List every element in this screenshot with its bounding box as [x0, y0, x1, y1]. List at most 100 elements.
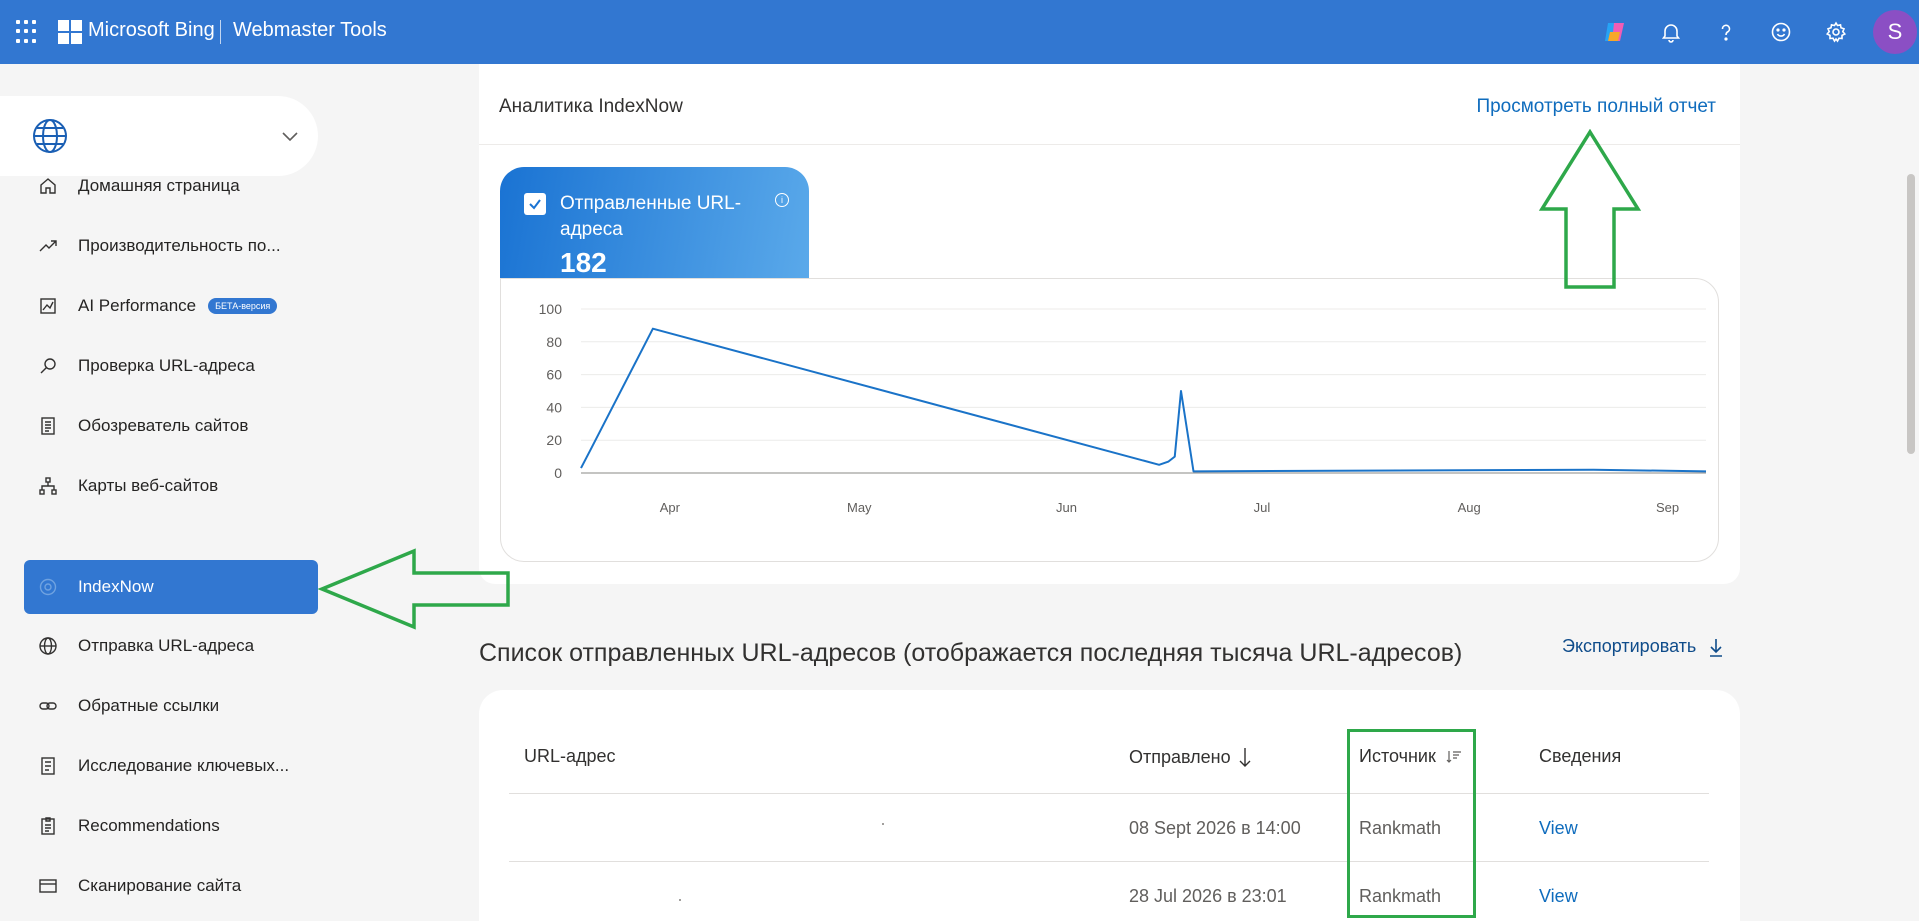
link-icon	[36, 694, 60, 718]
x-tick-label: Aug	[1458, 500, 1481, 515]
card-title: Аналитика IndexNow	[499, 96, 683, 117]
sidebar-item-site-scan[interactable]: Сканирование сайта	[24, 859, 318, 913]
top-bar: Microsoft Bing Webmaster Tools S	[0, 0, 1919, 64]
document-list-icon	[36, 414, 60, 438]
sidebar-item-label: Обратные ссылки	[78, 696, 220, 715]
x-tick-label: Jun	[1056, 500, 1077, 515]
ai-chart-icon	[36, 294, 60, 318]
app-launcher-icon[interactable]	[16, 20, 40, 44]
view-link[interactable]: View	[1539, 818, 1578, 839]
scan-icon	[36, 874, 60, 898]
product-name[interactable]: Webmaster Tools	[233, 19, 387, 42]
sidebar-item-performance[interactable]: Производительность по...	[24, 219, 318, 273]
submitted-cell: 08 Sept 2026 в 14:00	[1129, 818, 1301, 838]
checkbox[interactable]	[524, 193, 546, 215]
x-tick-label: Sep	[1656, 500, 1679, 515]
beta-badge: БЕТА-версия	[208, 298, 278, 314]
sidebar-item-label: Сканирование сайта	[78, 876, 242, 895]
microsoft-logo-icon	[58, 20, 82, 44]
download-icon	[1710, 638, 1723, 657]
column-header-label: URL-адрес	[524, 746, 616, 766]
column-header-details[interactable]: Сведения	[1539, 746, 1621, 767]
sidebar-item-ai-performance[interactable]: AI Performance БЕТА-версия	[24, 279, 318, 333]
sidebar-item-keyword-research[interactable]: Исследование ключевых...	[24, 739, 318, 793]
sidebar-item-label: Карты веб-сайтов	[78, 476, 219, 495]
list-title: Список отправленных URL-адресов (отображ…	[479, 639, 1463, 667]
y-tick-label: 60	[546, 367, 562, 383]
globe-icon	[33, 119, 67, 153]
sidebar-item-home[interactable]: Домашняя страница	[24, 159, 318, 213]
annotation-arrow-left	[317, 548, 510, 630]
column-header-label: Отправлено	[1129, 746, 1231, 767]
sidebar-item-sitemaps[interactable]: Карты веб-сайтов	[24, 459, 318, 513]
globe-icon	[36, 634, 60, 658]
sidebar-item-label: Recommendations	[78, 816, 220, 835]
sidebar-item-site-explorer[interactable]: Обозреватель сайтов	[24, 399, 318, 453]
sidebar-item-label: AI Performance	[78, 296, 197, 315]
gear-icon	[36, 575, 60, 599]
info-icon[interactable]: i	[775, 193, 789, 207]
export-button[interactable]: Экспортировать	[1562, 636, 1724, 657]
checkmark-icon	[529, 199, 541, 210]
x-tick-label: May	[847, 500, 872, 515]
export-label: Экспортировать	[1562, 636, 1697, 656]
y-tick-label: 20	[546, 432, 562, 448]
sidebar: Домашняя страница Производительность по.…	[0, 64, 330, 921]
search-icon	[36, 354, 60, 378]
annotation-highlight-box	[1347, 729, 1476, 918]
clipboard-icon	[36, 814, 60, 838]
view-link[interactable]: View	[1539, 886, 1578, 907]
sidebar-item-indexnow[interactable]: IndexNow	[24, 560, 318, 614]
column-header-submitted[interactable]: Отправлено	[1129, 746, 1251, 768]
line-chart: 0 20 40 60 80 100 Apr May Jun Jul Aug Sep	[500, 278, 1719, 562]
sidebar-item-label: Обозреватель сайтов	[78, 416, 249, 435]
sidebar-item-label: Исследование ключевых...	[78, 756, 290, 775]
bell-icon[interactable]	[1655, 16, 1687, 48]
submitted-cell: 28 Jul 2026 в 23:01	[1129, 886, 1287, 906]
gear-icon[interactable]	[1820, 16, 1852, 48]
column-header-url[interactable]: URL-адрес	[524, 746, 616, 767]
scrollbar[interactable]	[1903, 64, 1919, 921]
y-tick-label: 0	[554, 465, 562, 481]
annotation-arrow-up	[1538, 129, 1642, 289]
chart-svg: 0 20 40 60 80 100 Apr May Jun Jul Aug Sep	[539, 301, 1707, 515]
sitemap-icon	[36, 474, 60, 498]
sidebar-item-label: Домашняя страница	[78, 176, 240, 195]
sidebar-item-label: Производительность по...	[78, 236, 281, 255]
brand-name[interactable]: Microsoft Bing	[88, 19, 215, 42]
brand-divider	[220, 20, 221, 44]
url-text[interactable]	[679, 899, 681, 901]
row-divider	[509, 861, 1709, 862]
avatar[interactable]: S	[1873, 10, 1917, 54]
trend-icon	[36, 234, 60, 258]
sidebar-item-label: Проверка URL-адреса	[78, 356, 255, 375]
sort-descending-icon	[1239, 748, 1251, 767]
scrollbar-thumb[interactable]	[1907, 174, 1915, 454]
sidebar-item-label: Отправка URL-адреса	[78, 636, 255, 655]
sidebar-item-submit-url[interactable]: Отправка URL-адреса	[24, 619, 318, 673]
sidebar-item-backlinks[interactable]: Обратные ссылки	[24, 679, 318, 733]
tile-value: 182	[560, 247, 607, 278]
column-header-label: Сведения	[1539, 746, 1622, 766]
row-divider	[509, 793, 1709, 794]
view-full-report-link[interactable]: Просмотреть полный отчет	[1476, 96, 1716, 118]
submitted-urls-tile[interactable]: Отправленные URL-адреса i 182	[500, 167, 809, 279]
help-icon[interactable]	[1710, 16, 1742, 48]
y-tick-label: 80	[546, 334, 562, 350]
x-tick-label: Apr	[660, 500, 681, 515]
series-line	[580, 327, 1707, 473]
submitted-urls-table: URL-адрес Отправлено Источник Сведения 0…	[479, 690, 1740, 921]
x-tick-label: Jul	[1254, 500, 1271, 515]
y-tick-label: 100	[539, 301, 563, 317]
chevron-down-icon	[282, 132, 298, 142]
tile-label: Отправленные URL-адреса	[560, 193, 742, 240]
y-tick-label: 40	[546, 399, 562, 415]
sidebar-item-url-inspection[interactable]: Проверка URL-адреса	[24, 339, 318, 393]
copilot-icon[interactable]	[1599, 16, 1631, 48]
notebook-icon	[36, 754, 60, 778]
sidebar-item-recommendations[interactable]: Recommendations	[24, 799, 318, 853]
feedback-smiley-icon[interactable]	[1765, 16, 1797, 48]
home-icon	[36, 174, 60, 198]
url-text[interactable]	[882, 823, 884, 825]
sidebar-item-label: IndexNow	[78, 577, 154, 596]
